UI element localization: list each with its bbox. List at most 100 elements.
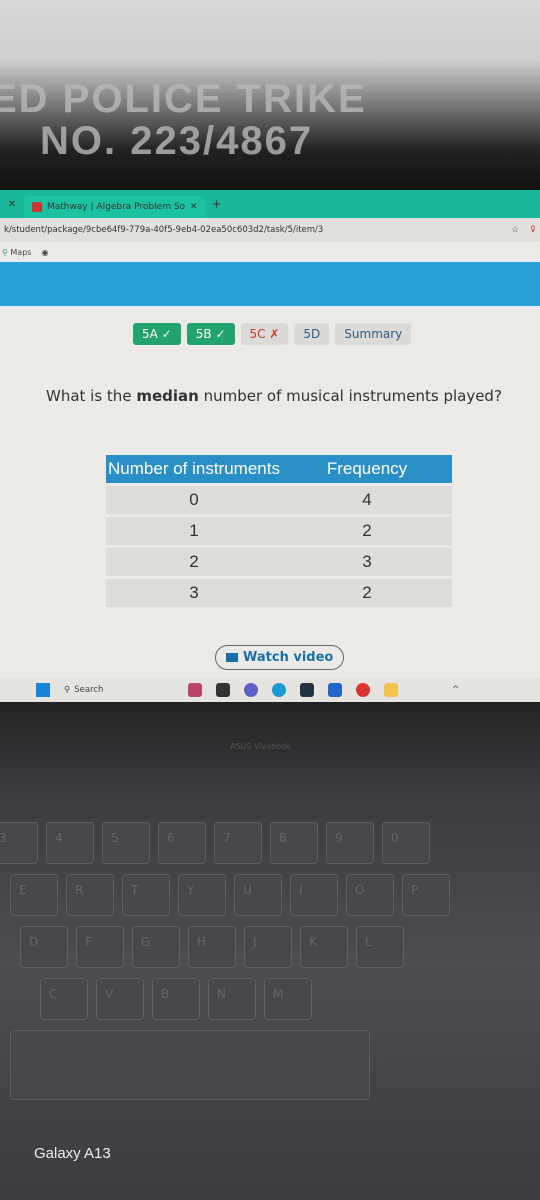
star-icon[interactable]: ☆ bbox=[511, 225, 519, 235]
cell: 2 bbox=[282, 517, 452, 545]
task-view-icon[interactable] bbox=[216, 683, 230, 697]
browser-tab[interactable]: Mathway | Algebra Problem So ✕ bbox=[24, 196, 206, 218]
keyboard: 34567890 ERTYUIOP DFGHJKL CVBNM bbox=[0, 822, 540, 1100]
watch-video-label: Watch video bbox=[243, 650, 334, 665]
file-explorer-icon[interactable] bbox=[384, 683, 398, 697]
keyboard-key: H bbox=[188, 926, 236, 968]
keyboard-key: K bbox=[300, 926, 348, 968]
windows-taskbar: ⚲ Search ^ bbox=[0, 678, 540, 702]
teams-icon[interactable] bbox=[244, 683, 258, 697]
close-tab-icon[interactable]: ✕ bbox=[190, 202, 198, 212]
tab-5b[interactable]: 5B ✓ bbox=[186, 323, 235, 345]
header-instruments: Number of instruments bbox=[106, 455, 282, 483]
app-icon[interactable] bbox=[328, 683, 342, 697]
cross-icon: ✗ bbox=[269, 327, 280, 341]
keyboard-key: N bbox=[208, 978, 256, 1020]
cell: 3 bbox=[106, 579, 282, 607]
edge-icon[interactable] bbox=[272, 683, 286, 697]
extension-icon[interactable]: ⊽ bbox=[530, 225, 536, 235]
keyboard-key: P bbox=[402, 874, 450, 916]
store-icon[interactable] bbox=[300, 683, 314, 697]
laptop-body: ASUS Vivobook 34567890 ERTYUIOP DFGHJKL … bbox=[0, 702, 540, 1200]
keyboard-key: I bbox=[290, 874, 338, 916]
sticker: ED POLICE TRIKE NO. 223/4867 bbox=[0, 78, 367, 162]
keyboard-key: 7 bbox=[214, 822, 262, 864]
keyboard-key: G bbox=[132, 926, 180, 968]
map-pin-icon: ⚲ bbox=[2, 247, 8, 257]
laptop-brand: ASUS Vivobook bbox=[230, 742, 291, 751]
cell: 3 bbox=[282, 548, 452, 576]
task-label: 5D bbox=[303, 327, 321, 341]
task-label: 5B bbox=[195, 327, 212, 341]
bookmark-label: Maps bbox=[10, 247, 32, 257]
keyboard-key: 9 bbox=[326, 822, 374, 864]
header-frequency: Frequency bbox=[282, 455, 452, 483]
keyboard-key: F bbox=[76, 926, 124, 968]
windows-start-icon[interactable] bbox=[36, 683, 50, 697]
question-pre: What is the bbox=[46, 387, 137, 405]
video-camera-icon bbox=[226, 653, 238, 662]
keyboard-key: V bbox=[96, 978, 144, 1020]
question-post: number of musical instruments played? bbox=[198, 387, 502, 405]
table-row: 23 bbox=[106, 548, 452, 576]
task-nav: 5A ✓ 5B ✓ 5C ✗ 5D Summary bbox=[133, 323, 412, 345]
sticker-line: ED POLICE TRIKE bbox=[0, 77, 367, 121]
tab-title: Mathway | Algebra Problem So bbox=[47, 202, 186, 212]
sticker-line: NO. 223/4867 bbox=[40, 119, 314, 163]
keyboard-key: 8 bbox=[270, 822, 318, 864]
cell: 0 bbox=[106, 486, 282, 514]
tab-5a[interactable]: 5A ✓ bbox=[133, 323, 181, 345]
keyboard-key: L bbox=[356, 926, 404, 968]
keyboard-key: C bbox=[40, 978, 88, 1020]
keyboard-key: J bbox=[244, 926, 292, 968]
watch-video-button[interactable]: Watch video bbox=[215, 645, 345, 670]
bookmarks-bar: ⚲ Maps ◉ bbox=[0, 242, 540, 262]
close-icon[interactable]: ✕ bbox=[0, 199, 24, 210]
tab-bar: ✕ Mathway | Algebra Problem So ✕ + bbox=[0, 190, 540, 218]
task-label: 5C bbox=[249, 327, 266, 341]
camera-watermark: Galaxy A13 bbox=[34, 1145, 111, 1162]
keyboard-key: 4 bbox=[46, 822, 94, 864]
cell: 2 bbox=[106, 548, 282, 576]
space-bar bbox=[10, 1030, 370, 1100]
question-text: What is the median number of musical ins… bbox=[46, 387, 502, 405]
cell: 4 bbox=[282, 486, 452, 514]
mathway-favicon-icon bbox=[32, 202, 42, 212]
key-row: ERTYUIOP bbox=[10, 874, 540, 916]
table-row: 04 bbox=[106, 486, 452, 514]
url-text: k/student/package/9cbe64f9-779a-40f5-9eb… bbox=[4, 225, 324, 235]
frequency-table: Number of instruments Frequency 04 12 23… bbox=[106, 452, 452, 610]
globe-icon[interactable]: ◉ bbox=[41, 248, 48, 257]
keyboard-key: 5 bbox=[102, 822, 150, 864]
keyboard-key: E bbox=[10, 874, 58, 916]
laptop-screen: ✕ Mathway | Algebra Problem So ✕ + k/stu… bbox=[0, 190, 540, 678]
tab-5d[interactable]: 5D bbox=[294, 323, 330, 345]
key-row: CVBNM bbox=[40, 978, 540, 1020]
question-bold: median bbox=[136, 387, 199, 405]
tab-5c[interactable]: 5C ✗ bbox=[240, 323, 289, 345]
keyboard-key: 6 bbox=[158, 822, 206, 864]
keyboard-key: Y bbox=[178, 874, 226, 916]
keyboard-key: T bbox=[122, 874, 170, 916]
bookmark-maps[interactable]: ⚲ Maps bbox=[2, 248, 31, 257]
keyboard-key: 0 bbox=[382, 822, 430, 864]
widgets-icon[interactable] bbox=[188, 683, 202, 697]
table-row: 32 bbox=[106, 579, 452, 607]
key-row: 34567890 bbox=[0, 822, 540, 864]
cell: 1 bbox=[106, 517, 282, 545]
address-bar[interactable]: k/student/package/9cbe64f9-779a-40f5-9eb… bbox=[0, 218, 540, 242]
keyboard-key: O bbox=[346, 874, 394, 916]
task-label: Summary bbox=[344, 327, 403, 341]
chrome-icon[interactable] bbox=[356, 683, 370, 697]
table-row: 12 bbox=[106, 517, 452, 545]
check-icon: ✓ bbox=[215, 327, 226, 341]
chevron-up-icon[interactable]: ^ bbox=[452, 685, 459, 695]
taskbar-search[interactable]: ⚲ Search bbox=[64, 685, 174, 695]
background: ED POLICE TRIKE NO. 223/4867 bbox=[0, 0, 540, 190]
keyboard-key: R bbox=[66, 874, 114, 916]
key-row: DFGHJKL bbox=[20, 926, 540, 968]
search-icon: ⚲ bbox=[64, 685, 71, 695]
tab-summary[interactable]: Summary bbox=[335, 323, 412, 345]
new-tab-icon[interactable]: + bbox=[212, 197, 222, 211]
keyboard-key: B bbox=[152, 978, 200, 1020]
